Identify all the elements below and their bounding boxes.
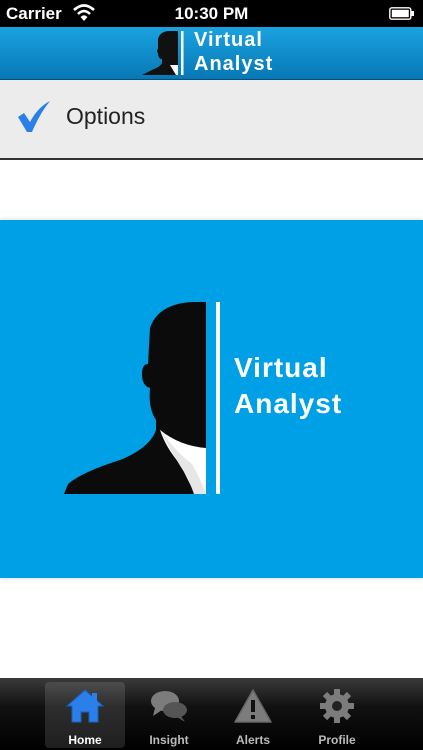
logo-text-line2: Analyst [194,53,274,75]
battery-icon [389,7,414,20]
home-icon [65,689,105,723]
clock: 10:30 PM [174,4,249,23]
banner-text-line1: Virtual [234,352,328,383]
tab-home-label: Home [68,733,102,747]
options-row[interactable]: Options [0,80,423,160]
logo-text-line1: Virtual [194,29,263,51]
tab-home[interactable]: Home [45,682,125,748]
tab-profile[interactable]: Profile [297,682,377,748]
app-logo: Virtual Analyst [140,29,290,77]
warning-icon [234,689,272,723]
tab-insight[interactable]: Insight [129,682,209,748]
analyst-silhouette-icon [64,302,220,494]
tab-profile-label: Profile [318,733,356,747]
options-label: Options [66,103,146,129]
speech-bubbles-icon [151,691,187,722]
banner-text-line2: Analyst [234,388,343,419]
tab-alerts[interactable]: Alerts [213,682,293,748]
tab-alerts-label: Alerts [235,733,270,747]
checkmark-icon [18,101,50,132]
hero-banner: Virtual Analyst [0,220,423,578]
tab-insight-label: Insight [149,733,189,747]
status-bar: Carrier 10:30 PM [0,0,423,27]
tab-bar: Home Insight Alerts Profile [0,678,423,750]
silhouette-icon [142,31,184,75]
gear-icon [320,689,354,723]
nav-bar: Virtual Analyst [0,27,423,80]
